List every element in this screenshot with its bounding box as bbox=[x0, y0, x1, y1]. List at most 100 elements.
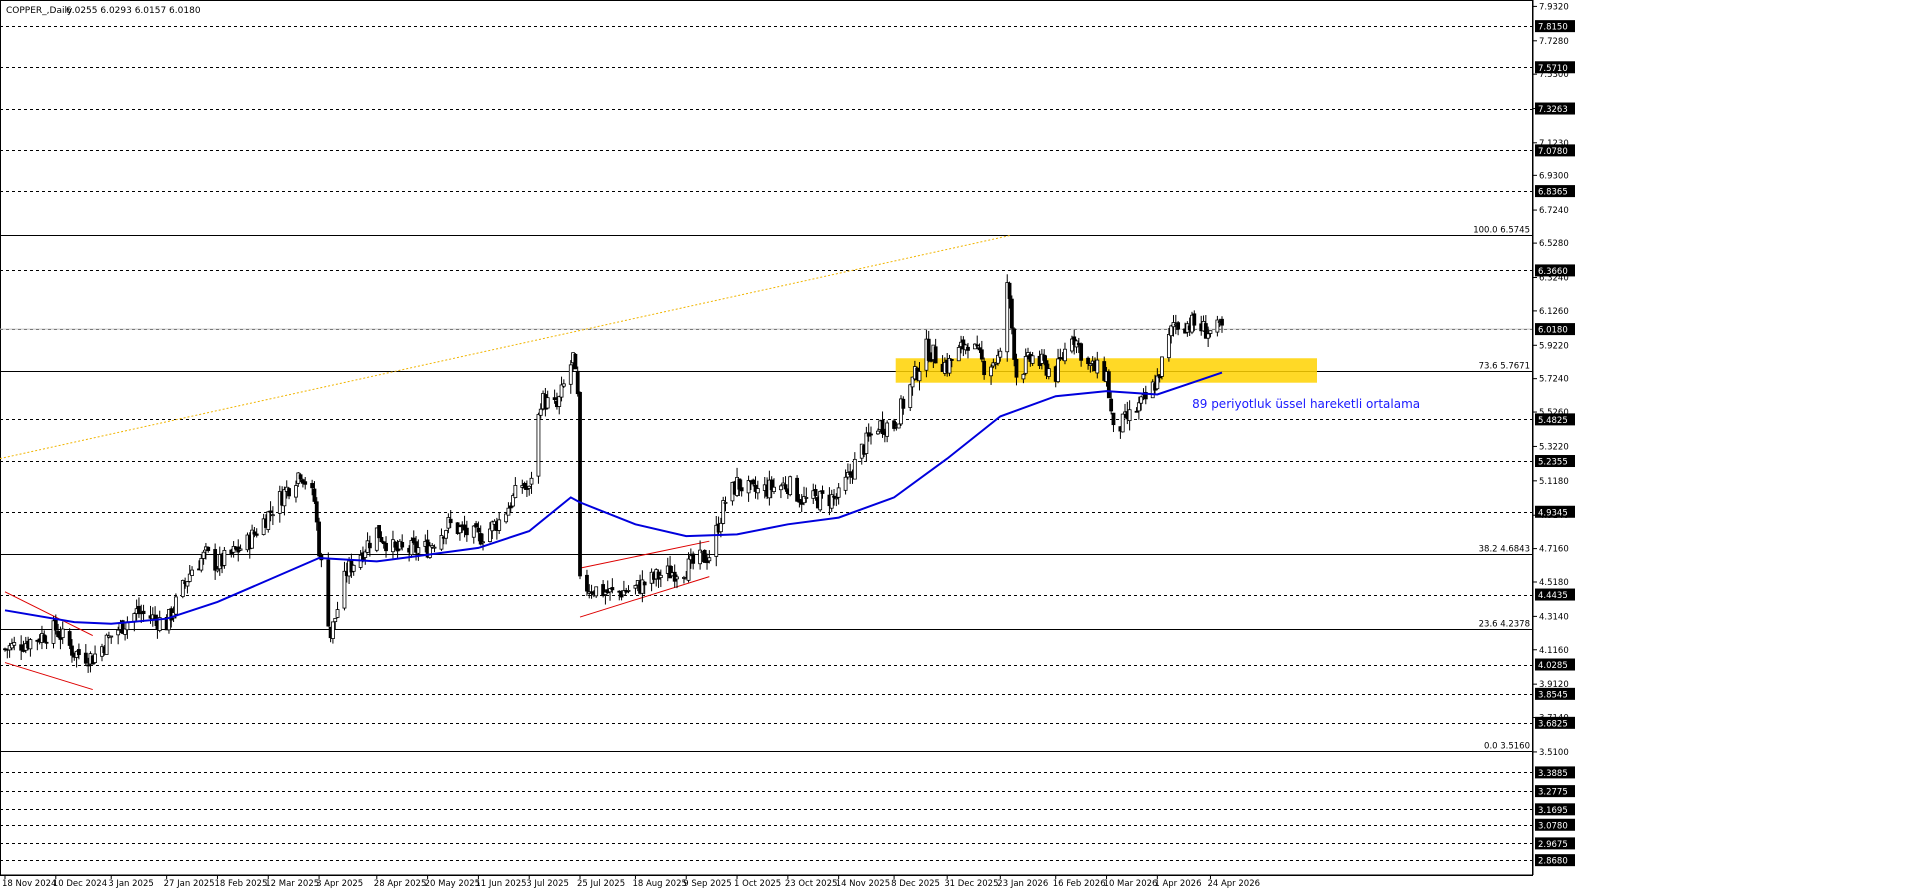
candle-body bbox=[86, 664, 91, 667]
chart-ohlc: 6.0255 6.0293 6.0157 6.0180 bbox=[66, 6, 201, 16]
candle-body bbox=[333, 618, 338, 623]
price-tick-label: 7.9320 bbox=[1539, 2, 1569, 12]
candle-body bbox=[896, 423, 901, 429]
candle-body bbox=[545, 397, 550, 409]
candle-body bbox=[312, 488, 317, 502]
candle-body bbox=[568, 364, 573, 385]
candle-body bbox=[834, 497, 839, 500]
candle-body bbox=[44, 641, 49, 644]
candle-body bbox=[982, 360, 987, 376]
price-level-label: 3.2775 bbox=[1538, 788, 1568, 798]
candle-body bbox=[575, 370, 580, 395]
candle-body bbox=[1192, 313, 1197, 326]
candle-body bbox=[416, 547, 421, 554]
time-tick-label: 31 Dec 2025 bbox=[944, 879, 998, 888]
candle-body bbox=[795, 477, 799, 502]
price-level-label: 7.0780 bbox=[1538, 147, 1568, 157]
price-tick-label: 4.3140 bbox=[1539, 612, 1569, 622]
time-tick-label: 10 Mar 2026 bbox=[1104, 879, 1158, 888]
candle-body bbox=[335, 609, 340, 618]
candle-body bbox=[53, 618, 58, 631]
fib-level-label: 100.0 6.5745 bbox=[1473, 226, 1530, 236]
time-tick-label: 10 Dec 2024 bbox=[53, 879, 107, 888]
candle-body bbox=[1169, 325, 1174, 337]
candle-body bbox=[342, 570, 347, 609]
candle-body bbox=[141, 610, 146, 615]
candle-body bbox=[739, 487, 744, 492]
candle-body bbox=[675, 576, 679, 580]
time-tick-label: 11 Jun 2025 bbox=[475, 879, 526, 888]
time-tick-label: 16 Feb 2026 bbox=[1053, 879, 1106, 888]
candle-body bbox=[67, 631, 72, 646]
price-level-label: 3.3885 bbox=[1538, 769, 1568, 779]
candle-body bbox=[926, 338, 931, 361]
candle-body bbox=[1007, 282, 1012, 299]
price-level-label: 3.0780 bbox=[1538, 821, 1568, 831]
candle-body bbox=[444, 530, 448, 539]
price-tick-label: 3.5100 bbox=[1539, 748, 1569, 758]
time-tick-label: 18 Aug 2025 bbox=[632, 879, 686, 888]
price-tick-label: 5.3220 bbox=[1539, 442, 1569, 452]
candle-body bbox=[268, 510, 273, 513]
candle-body bbox=[578, 391, 582, 577]
candle-body bbox=[83, 652, 88, 664]
time-tick-label: 24 Apr 2026 bbox=[1207, 879, 1260, 888]
candle-body bbox=[287, 488, 291, 497]
chart-symbol: COPPER_,Daily bbox=[6, 6, 73, 16]
time-tick-label: 3 Apr 2025 bbox=[316, 879, 363, 888]
candle-body bbox=[314, 501, 319, 523]
candle-body bbox=[746, 480, 751, 494]
candle-body bbox=[843, 476, 848, 491]
price-tick-label: 4.5180 bbox=[1539, 578, 1569, 588]
price-tick-label: 5.7240 bbox=[1539, 375, 1569, 385]
candle-body bbox=[885, 422, 890, 437]
candle-body bbox=[471, 525, 476, 538]
candle-body bbox=[238, 548, 243, 551]
price-tick-label: 4.7160 bbox=[1539, 545, 1569, 555]
price-chart[interactable]: COPPER_,Daily 6.0255 6.0293 6.0157 6.018… bbox=[0, 0, 1916, 888]
time-tick-label: 9 Sep 2025 bbox=[683, 879, 731, 888]
fib-level-label: 23.6 4.2378 bbox=[1479, 620, 1530, 630]
candle-body bbox=[707, 557, 712, 562]
price-level-label: 6.0180 bbox=[1538, 326, 1568, 336]
candle-body bbox=[513, 485, 518, 499]
candle-body bbox=[42, 634, 47, 643]
candle-body bbox=[536, 414, 541, 477]
candle-body bbox=[400, 541, 405, 548]
price-level-label: 6.8365 bbox=[1538, 188, 1568, 198]
candle-body bbox=[559, 384, 564, 398]
candle-body bbox=[19, 644, 24, 651]
candle-body bbox=[367, 542, 372, 549]
time-tick-label: 1 Oct 2025 bbox=[734, 879, 781, 888]
candle-body bbox=[804, 497, 809, 499]
candle-body bbox=[1086, 357, 1090, 365]
candle-body bbox=[12, 642, 17, 646]
candle-body bbox=[956, 347, 961, 362]
fib-level-label: 73.6 5.7671 bbox=[1479, 362, 1530, 372]
candle-body bbox=[1134, 410, 1139, 413]
price-level-label: 3.1695 bbox=[1538, 806, 1568, 816]
candle-body bbox=[1127, 409, 1132, 422]
candle-body bbox=[428, 545, 432, 558]
candle-body bbox=[104, 634, 109, 655]
price-tick-label: 6.5280 bbox=[1539, 239, 1569, 249]
candle-body bbox=[832, 495, 836, 498]
candle-body bbox=[270, 514, 275, 517]
candle-body bbox=[1139, 396, 1144, 404]
candle-body bbox=[1166, 334, 1171, 359]
price-level-label: 4.0285 bbox=[1538, 661, 1568, 671]
candle-body bbox=[351, 564, 356, 572]
candle-body bbox=[626, 589, 631, 592]
time-tick-label: 14 Nov 2025 bbox=[836, 879, 890, 888]
candle-body bbox=[331, 621, 335, 639]
candle-body bbox=[458, 526, 462, 534]
candle-body bbox=[1042, 354, 1047, 361]
time-tick-label: 3 Jan 2025 bbox=[108, 879, 154, 888]
time-tick-label: 3 Jul 2025 bbox=[526, 879, 569, 888]
time-tick-label: 25 Jul 2025 bbox=[577, 879, 625, 888]
candle-body bbox=[298, 474, 303, 480]
candle-body bbox=[317, 521, 321, 557]
ema-annotation[interactable]: 89 periyotluk üssel hareketli ortalama bbox=[1192, 397, 1420, 411]
candle-body bbox=[908, 384, 913, 408]
candle-body bbox=[1095, 359, 1100, 374]
